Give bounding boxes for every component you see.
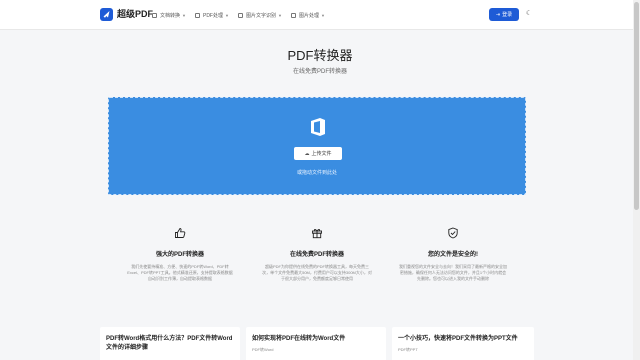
brand-name[interactable]: 超级PDF: [117, 8, 153, 21]
chevron-down-icon: ▼: [320, 12, 325, 18]
nav-item-pdf-process[interactable]: PDF处理 ▼: [194, 9, 229, 21]
feature-desc: 我们先使要持精准、方便、快速的PDF转Word、PDF转Excel、PDF转PP…: [127, 264, 233, 281]
upload-file-button[interactable]: ☁ 上传文件: [294, 147, 342, 160]
feature-desc: 超级PDF为你提供在线免费的PDF转换器工具，每天免费三次，单个文件免费最大50…: [262, 264, 372, 281]
feature-free: 在线免费PDF转换器 超级PDF为你提供在线免费的PDF转换器工具，每天免费三次…: [262, 227, 372, 282]
article-tag: PDF转PPT: [398, 347, 418, 352]
cloud-upload-icon: ☁: [304, 150, 310, 157]
article-card[interactable]: 一个小技巧，快速将PDF文件转换为PPT文件 PDF转PPT: [392, 327, 534, 360]
drop-hint: 或拖动文件到此处: [296, 170, 337, 176]
nav-label: 图片处理: [298, 12, 319, 19]
app-logo-icon[interactable]: [100, 8, 113, 21]
upload-button-label: 上传文件: [311, 151, 332, 157]
nav-label: 文档转换: [160, 12, 181, 19]
article-card[interactable]: 如何实现将PDF在线转为Word文件 PDF转Word: [246, 327, 386, 360]
chevron-down-icon: ▼: [225, 12, 229, 18]
article-title[interactable]: 一个小技巧，快速将PDF文件转换为PPT文件: [398, 335, 528, 344]
article-tag: PDF转Word: [252, 347, 274, 352]
page-subtitle: 在线免费PDF转换器: [292, 69, 347, 75]
nav-item-image-process[interactable]: 图片处理 ▼: [290, 9, 325, 21]
login-button[interactable]: ⇥ 登录: [489, 8, 519, 21]
upload-dropzone[interactable]: ☁ 上传文件 或拖动文件到此处: [108, 97, 526, 195]
article-title[interactable]: 如何实现将PDF在线转为Word文件: [252, 335, 380, 344]
page-title: PDF转换器: [287, 48, 353, 63]
top-header: 超级PDF 文档转换 ▼ PDF处理 ▼ 图片文字识别 ▼ 图片处理 ▼ ⇥ 登…: [0, 0, 640, 30]
scrollbar-thumb[interactable]: [634, 2, 639, 210]
gift-icon: [311, 227, 323, 239]
pdf-icon: [194, 12, 200, 18]
nav-label: 图片文字识别: [245, 12, 276, 19]
feature-secure: 您的文件是安全的! 我们重视您的文件安全与去向！我们采用了最新严格的安全加密措施…: [398, 227, 508, 282]
feature-title: 在线免费PDF转换器: [289, 252, 344, 258]
dark-mode-toggle-icon[interactable]: ☾: [524, 9, 534, 19]
main-nav: 文档转换 ▼ PDF处理 ▼ 图片文字识别 ▼ 图片处理 ▼: [152, 9, 334, 21]
nav-label: PDF处理: [202, 12, 223, 19]
nav-item-doc-convert[interactable]: 文档转换 ▼: [152, 9, 186, 21]
login-icon: ⇥: [495, 11, 501, 18]
page-scrollbar[interactable]: [633, 0, 640, 360]
shield-icon: [447, 227, 459, 239]
feature-desc: 我们重视您的文件安全与去向！我们采用了最新严格的安全加密措施，确保任何人无法访问…: [399, 264, 507, 281]
feature-title: 强大的PDF转换器: [155, 252, 204, 258]
chevron-down-icon: ▼: [182, 12, 186, 18]
thumbs-up-icon: [174, 227, 186, 239]
feature-powerful: 强大的PDF转换器 我们先使要持精准、方便、快速的PDF转Word、PDF转Ex…: [125, 227, 235, 282]
ocr-icon: [237, 12, 243, 18]
chevron-down-icon: ▼: [277, 12, 282, 18]
article-card[interactable]: PDF转Word格式用什么方法？PDF文件转Word文件的详细步骤: [100, 327, 240, 360]
doc-icon: [152, 12, 157, 18]
image-icon: [290, 12, 296, 18]
article-title[interactable]: PDF转Word格式用什么方法？PDF文件转Word文件的详细步骤: [106, 335, 234, 353]
nav-item-ocr[interactable]: 图片文字识别 ▼: [237, 9, 282, 21]
feature-title: 您的文件是安全的!: [428, 252, 478, 258]
office-icon: [309, 117, 327, 137]
login-label: 登录: [502, 12, 513, 18]
